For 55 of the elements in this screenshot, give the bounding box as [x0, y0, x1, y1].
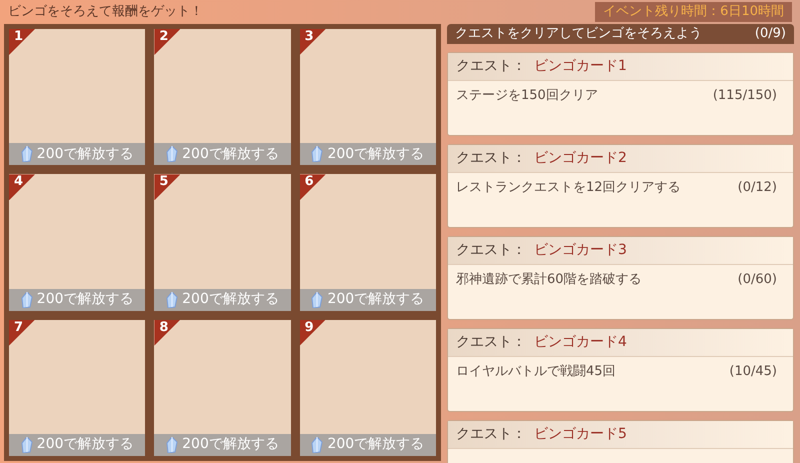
card-number: 2 — [159, 30, 168, 43]
bingo-card[interactable]: 5 200で解放する — [151, 171, 294, 314]
quest-card[interactable]: クエスト： ビンゴカード4 ロイヤルバトルで戦闘45回 (10/45) — [447, 328, 794, 412]
unlock-label: 200で解放する — [36, 435, 134, 454]
quest-label: クエスト： — [456, 332, 526, 352]
quest-card[interactable]: クエスト： ビンゴカード5 — [447, 420, 794, 463]
quest-name: ビンゴカード5 — [534, 424, 627, 444]
card-number: 6 — [304, 175, 314, 188]
card-number: 7 — [14, 320, 24, 334]
quest-panel-title: クエストをクリアしてビンゴをそろえよう — [455, 25, 702, 43]
crystal-icon — [166, 436, 178, 453]
quest-label: クエスト： — [456, 56, 526, 76]
crystal-icon — [311, 292, 324, 308]
quest-name: ビンゴカード4 — [534, 332, 627, 352]
card-number: 5 — [159, 175, 168, 188]
unlock-label: 200で解放する — [36, 144, 134, 164]
crystal-icon — [20, 436, 33, 453]
quest-card[interactable]: クエスト： ビンゴカード2 レストランクエストを12回クリアする (0/12) — [447, 144, 794, 228]
quest-tally: (10/45) — [729, 362, 777, 381]
crystal-icon — [20, 146, 33, 162]
unlock-label: 200で解放する — [327, 144, 424, 164]
card-number: 4 — [14, 175, 24, 188]
unlock-label: 200で解放する — [327, 290, 424, 310]
unlock-label: 200で解放する — [327, 435, 424, 454]
quest-label: クエスト： — [456, 240, 526, 260]
crystal-icon — [166, 292, 178, 308]
quest-task: 邪神遺跡で累計60階を踏破する — [456, 270, 642, 289]
quest-label: クエスト： — [456, 424, 526, 444]
quest-label: クエスト： — [456, 148, 526, 168]
quest-tally: (0/12) — [738, 178, 777, 197]
quest-card[interactable]: クエスト： ビンゴカード3 邪神遺跡で累計60階を踏破する (0/60) — [447, 236, 794, 320]
quest-tally: (115/150) — [712, 86, 777, 105]
bingo-count: (0/9) — [754, 25, 786, 43]
quest-name: ビンゴカード3 — [534, 240, 627, 260]
quest-tally: (0/60) — [738, 270, 777, 289]
quest-task: ステージを150回クリア — [456, 86, 598, 105]
crystal-icon — [311, 436, 324, 453]
card-number: 9 — [304, 320, 314, 334]
quest-card[interactable]: クエスト： ビンゴカード1 ステージを150回クリア (115/150) — [447, 52, 794, 136]
unlock-label: 200で解放する — [36, 290, 134, 310]
page-title: ビンゴをそろえて報酬をゲット！ — [8, 3, 203, 22]
crystal-icon — [20, 292, 33, 308]
unlock-label: 200で解放する — [182, 144, 279, 164]
crystal-icon — [166, 146, 178, 162]
card-number: 8 — [159, 320, 168, 334]
event-timer: イベント残り時間：6日10時間 — [595, 2, 792, 22]
quest-name: ビンゴカード2 — [534, 148, 627, 168]
quest-name: ビンゴカード1 — [534, 56, 627, 76]
card-number: 3 — [304, 30, 314, 43]
crystal-icon — [311, 146, 324, 162]
unlock-label: 200で解放する — [182, 435, 279, 454]
unlock-label: 200で解放する — [182, 290, 279, 310]
quest-task: レストランクエストを12回クリアする — [456, 178, 681, 197]
quest-task: ロイヤルバトルで戦闘45回 — [456, 362, 616, 381]
card-number: 1 — [14, 30, 24, 43]
